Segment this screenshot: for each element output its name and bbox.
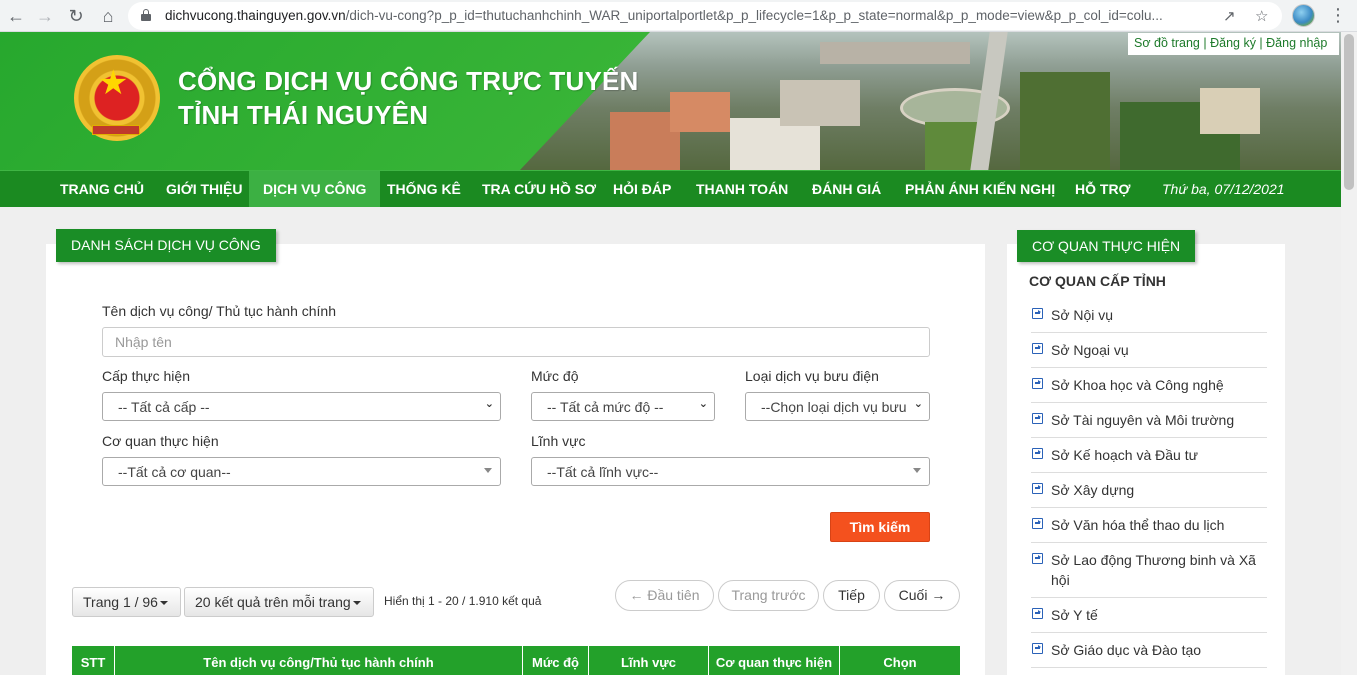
level-label: Cấp thực hiện [102, 368, 190, 384]
agency-select[interactable]: --Tất cả cơ quan-- [102, 457, 501, 486]
browser-toolbar: ← → ↻ ⌂ dichvucong.thainguyen.gov.vn/dic… [0, 0, 1357, 32]
nav-feedback[interactable]: PHẢN ÁNH KIẾN NGHỊ [905, 171, 1055, 207]
nav-statistics[interactable]: THỐNG KÊ [387, 171, 461, 207]
home-icon[interactable]: ⌂ [96, 4, 120, 28]
arrow-square-icon [1032, 378, 1043, 389]
profile-avatar[interactable] [1292, 4, 1315, 27]
sidebar-item-lao-dong[interactable]: Sở Lao động Thương binh và Xã hội [1031, 550, 1267, 598]
url-text[interactable]: dichvucong.thainguyen.gov.vn/dich-vu-con… [165, 8, 1215, 23]
col-degree: Mức độ [523, 646, 589, 675]
sitemap-link[interactable]: Sơ đồ trang [1134, 36, 1200, 50]
service-name-input[interactable]: Nhập tên [102, 327, 930, 357]
search-button[interactable]: Tìm kiếm [830, 512, 930, 542]
col-select: Chọn [883, 655, 917, 670]
nav-public-services[interactable]: DỊCH VỤ CÔNG [249, 171, 381, 207]
lock-icon [141, 9, 151, 21]
arrow-square-icon [1032, 643, 1043, 654]
first-page-button[interactable]: ← Đầu tiên [615, 580, 714, 611]
chevron-down-icon: ⌄ [913, 398, 923, 410]
address-bar[interactable]: dichvucong.thainguyen.gov.vn/dich-vu-con… [128, 2, 1282, 30]
level-select[interactable]: -- Tất cả cấp -- ⌄ [102, 392, 501, 421]
top-links-bar: Sơ đồ trang | Đăng ký | Đăng nhập [1128, 33, 1339, 55]
provincial-agencies-heading: CƠ QUAN CẤP TỈNH [1029, 273, 1166, 289]
sidebar-item-khoa-hoc[interactable]: Sở Khoa học và Công nghệ [1031, 375, 1267, 403]
arrow-square-icon [1032, 413, 1043, 424]
page-select-button[interactable]: Trang 1 / 96 [72, 587, 181, 617]
last-page-button[interactable]: Cuối → [884, 580, 960, 611]
sidebar-item-xay-dung[interactable]: Sở Xây dựng [1031, 480, 1267, 508]
nav-payment[interactable]: THANH TOÁN [696, 171, 788, 207]
register-link[interactable]: Đăng ký [1210, 36, 1256, 50]
service-table-header: STT Tên dịch vụ công/Thủ tục hành chính … [72, 646, 960, 675]
agency-label: Cơ quan thực hiện [102, 433, 219, 449]
emblem-ribbon [92, 125, 140, 135]
login-link[interactable]: Đăng nhập [1266, 36, 1327, 50]
nav-qa[interactable]: HỎI ĐÁP [613, 171, 671, 207]
bookmark-star-icon[interactable]: ☆ [1255, 7, 1268, 25]
share-icon[interactable]: ↗ [1223, 7, 1236, 25]
degree-label: Mức độ [531, 368, 579, 384]
service-name-label: Tên dịch vụ công/ Thủ tục hành chính [102, 303, 337, 319]
reload-icon[interactable]: ↻ [64, 4, 88, 28]
col-agency: Cơ quan thực hiện [709, 646, 840, 675]
arrow-square-icon [1032, 308, 1043, 319]
arrow-square-icon [1032, 553, 1043, 564]
site-title[interactable]: CỔNG DỊCH VỤ CÔNG TRỰC TUYẾN TỈNH THÁI N… [178, 64, 639, 132]
arrow-square-icon [1032, 608, 1043, 619]
caret-down-icon [352, 601, 361, 606]
nav-dossier-lookup[interactable]: TRA CỨU HỒ SƠ [482, 171, 596, 207]
service-list-header: DANH SÁCH DỊCH VỤ CÔNG [56, 229, 276, 262]
field-select[interactable]: --Tất cả lĩnh vực-- [531, 457, 930, 486]
arrow-square-icon [1032, 343, 1043, 354]
result-count: Hiển thị 1 - 20 / 1.910 kết quả [384, 594, 542, 608]
forward-arrow-icon[interactable]: → [33, 4, 57, 28]
degree-select[interactable]: -- Tất cả mức độ -- ⌄ [531, 392, 715, 421]
arrow-square-icon [1032, 483, 1043, 494]
dropdown-triangle-icon [484, 468, 492, 473]
sidebar-item-ke-hoach[interactable]: Sở Kế hoạch và Đầu tư [1031, 445, 1267, 473]
nav-home[interactable]: TRANG CHỦ [60, 171, 144, 207]
field-label: Lĩnh vực [531, 433, 586, 449]
sidebar-item-ngoai-vu[interactable]: Sở Ngoại vụ [1031, 340, 1267, 368]
col-stt: STT [72, 646, 115, 675]
sidebar-item-giao-duc[interactable]: Sở Giáo dục và Đào tạo [1031, 640, 1267, 668]
browser-menu-icon[interactable]: ⋮ [1329, 5, 1347, 26]
nav-evaluation[interactable]: ĐÁNH GIÁ [812, 171, 881, 207]
sidebar-item-van-hoa[interactable]: Sở Văn hóa thể thao du lịch [1031, 515, 1267, 543]
scrollbar-thumb[interactable] [1344, 34, 1354, 190]
sidebar-item-noi-vu[interactable]: Sở Nội vụ [1031, 305, 1267, 333]
current-date: Thứ ba, 07/12/2021 [1162, 181, 1285, 197]
chevron-down-icon: ⌄ [484, 398, 494, 410]
sidebar-item-tai-nguyen[interactable]: Sở Tài nguyên và Môi trường [1031, 410, 1267, 438]
sidebar-item-y-te[interactable]: Sở Y tế [1031, 605, 1267, 633]
nav-support[interactable]: HỖ TRỢ [1075, 171, 1131, 207]
postal-service-label: Loại dịch vụ bưu điện [745, 368, 879, 384]
agency-sidebar-header: CƠ QUAN THỰC HIỆN [1017, 230, 1196, 262]
postal-service-select[interactable]: --Chọn loại dịch vụ bưu ⌄ [745, 392, 930, 421]
back-arrow-icon[interactable]: ← [4, 4, 28, 28]
dropdown-triangle-icon [913, 468, 921, 473]
col-service-name: Tên dịch vụ công/Thủ tục hành chính [115, 646, 523, 675]
main-nav: TRANG CHỦ GIỚI THIỆU DỊCH VỤ CÔNG THỐNG … [0, 170, 1341, 207]
prev-page-button[interactable]: Trang trước [718, 580, 819, 611]
per-page-select-button[interactable]: 20 kết quả trên mỗi trang [184, 587, 374, 617]
arrow-square-icon [1032, 518, 1043, 529]
caret-down-icon [159, 601, 168, 606]
nav-about[interactable]: GIỚI THIỆU [166, 171, 243, 207]
emblem-star-icon: ★ [98, 64, 129, 102]
col-field: Lĩnh vực [589, 646, 709, 675]
chevron-down-icon: ⌄ [698, 398, 708, 410]
arrow-square-icon [1032, 448, 1043, 459]
next-page-button[interactable]: Tiếp [823, 580, 880, 611]
